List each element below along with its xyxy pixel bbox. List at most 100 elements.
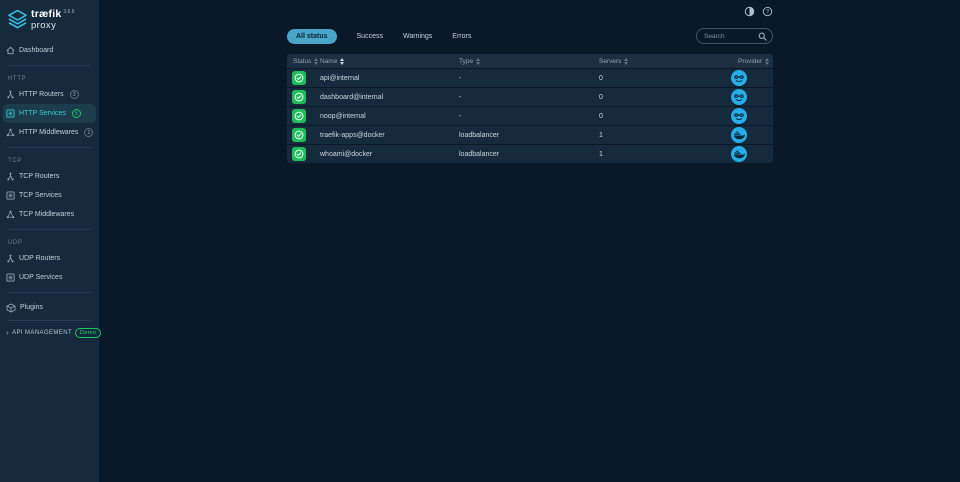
table-row[interactable]: whoami@docker loadbalancer 1 — [287, 145, 773, 163]
section-title-udp: UDP — [0, 235, 99, 249]
middlewares-icon — [6, 128, 15, 137]
sidebar-item-dashboard[interactable]: Dashboard — [0, 41, 99, 60]
divider — [8, 65, 91, 66]
search-box[interactable] — [696, 28, 773, 44]
sidebar-item-api-management[interactable]: › API MANAGEMENT Demo — [0, 325, 99, 340]
service-name: noop@internal — [320, 113, 459, 120]
traefik-provider-icon — [731, 89, 747, 105]
success-status-icon — [292, 71, 306, 85]
tab-warnings[interactable]: Warnings — [403, 29, 432, 44]
sidebar-item-label: Plugins — [20, 304, 43, 311]
service-type: - — [459, 113, 599, 120]
sidebar-item-http-services[interactable]: HTTP Services 5 — [3, 104, 96, 123]
sidebar-item-label: TCP Middlewares — [19, 211, 74, 218]
servers-count: 0 — [599, 75, 731, 82]
routers-icon — [6, 254, 15, 263]
sidebar-item-http-routers[interactable]: HTTP Routers 3 — [0, 85, 99, 104]
services-icon — [6, 273, 15, 282]
count-badge: 5 — [72, 109, 81, 118]
svg-text:?: ? — [766, 10, 770, 16]
sidebar-item-label: API MANAGEMENT — [12, 330, 72, 336]
sidebar-item-label: HTTP Routers — [19, 91, 64, 98]
service-name: traefik-apps@docker — [320, 132, 459, 139]
sidebar-item-tcp-middlewares[interactable]: TCP Middlewares — [0, 205, 99, 224]
sidebar-item-label: UDP Services — [19, 274, 62, 281]
servers-count: 0 — [599, 94, 731, 101]
sidebar-item-tcp-services[interactable]: TCP Services — [0, 186, 99, 205]
tab-errors[interactable]: Errors — [452, 29, 471, 44]
sidebar-item-udp-routers[interactable]: UDP Routers — [0, 249, 99, 268]
divider — [8, 292, 91, 293]
table-row[interactable]: traefik-apps@docker loadbalancer 1 — [287, 126, 773, 144]
routers-icon — [6, 90, 15, 99]
divider — [8, 229, 91, 230]
sidebar-item-label: UDP Routers — [19, 255, 60, 262]
sidebar-item-udp-services[interactable]: UDP Services — [0, 268, 99, 287]
search-icon — [758, 32, 767, 41]
services-icon — [6, 191, 15, 200]
table-row[interactable]: api@internal - 0 — [287, 69, 773, 87]
sort-icon — [340, 58, 344, 65]
help-icon[interactable]: ? — [762, 6, 773, 17]
service-name: api@internal — [320, 75, 459, 82]
service-type: loadbalancer — [459, 151, 599, 158]
sidebar: træfik 3.6.6 proxy Dashboard HTTP HTTP R… — [0, 0, 99, 482]
column-header-servers[interactable]: Servers — [599, 58, 731, 65]
service-name: whoami@docker — [320, 151, 459, 158]
sort-icon — [314, 58, 318, 65]
sort-icon — [624, 58, 628, 65]
traefik-provider-icon — [731, 70, 747, 86]
search-input[interactable] — [704, 33, 758, 40]
chevron-right-icon: › — [6, 329, 9, 337]
sidebar-item-plugins[interactable]: Plugins — [0, 298, 99, 317]
sidebar-item-label: HTTP Middlewares — [19, 129, 78, 136]
traefik-provider-icon — [731, 108, 747, 124]
sidebar-item-label: TCP Routers — [19, 173, 59, 180]
brand-logo[interactable]: træfik 3.6.6 proxy — [0, 0, 99, 38]
sidebar-item-label: Dashboard — [19, 47, 53, 54]
routers-icon — [6, 172, 15, 181]
sidebar-item-tcp-routers[interactable]: TCP Routers — [0, 167, 99, 186]
sidebar-item-label: TCP Services — [19, 192, 62, 199]
column-header-type[interactable]: Type — [459, 58, 599, 65]
brand-name: træfik — [31, 9, 61, 20]
table-row[interactable]: dashboard@internal - 0 — [287, 88, 773, 106]
servers-count: 0 — [599, 113, 731, 120]
main-content: ? All status Success Warnings Errors Sta… — [287, 0, 773, 482]
servers-count: 1 — [599, 151, 731, 158]
theme-toggle-icon[interactable] — [744, 6, 755, 17]
service-type: - — [459, 75, 599, 82]
count-badge: 1 — [84, 128, 93, 137]
middlewares-icon — [6, 210, 15, 219]
count-badge: 3 — [70, 90, 79, 99]
service-type: - — [459, 94, 599, 101]
table-row[interactable]: noop@internal - 0 — [287, 107, 773, 125]
success-status-icon — [292, 128, 306, 142]
column-header-name[interactable]: Name — [320, 58, 459, 65]
section-title-tcp: TCP — [0, 153, 99, 167]
sidebar-item-http-middlewares[interactable]: HTTP Middlewares 1 — [0, 123, 99, 142]
servers-count: 1 — [599, 132, 731, 139]
home-icon — [6, 46, 15, 55]
sidebar-item-label: HTTP Services — [19, 110, 66, 117]
divider — [8, 147, 91, 148]
sort-icon — [476, 58, 480, 65]
demo-badge: Demo — [75, 328, 101, 338]
success-status-icon — [292, 90, 306, 104]
divider — [8, 320, 91, 321]
success-status-icon — [292, 109, 306, 123]
traefik-logo-icon — [8, 9, 27, 31]
success-status-icon — [292, 147, 306, 161]
plugins-icon — [6, 303, 16, 313]
tab-all-status[interactable]: All status — [287, 29, 337, 44]
tab-success[interactable]: Success — [357, 29, 383, 44]
services-table: Status Name Type Servers Provider api@in… — [287, 54, 773, 163]
services-icon — [6, 109, 15, 118]
topbar-actions: ? — [744, 6, 773, 17]
brand-product: proxy — [31, 21, 75, 31]
column-header-status[interactable]: Status — [287, 58, 320, 65]
service-name: dashboard@internal — [320, 94, 459, 101]
docker-provider-icon — [731, 146, 747, 162]
table-header: Status Name Type Servers Provider — [287, 54, 773, 68]
column-header-provider[interactable]: Provider — [731, 58, 773, 65]
